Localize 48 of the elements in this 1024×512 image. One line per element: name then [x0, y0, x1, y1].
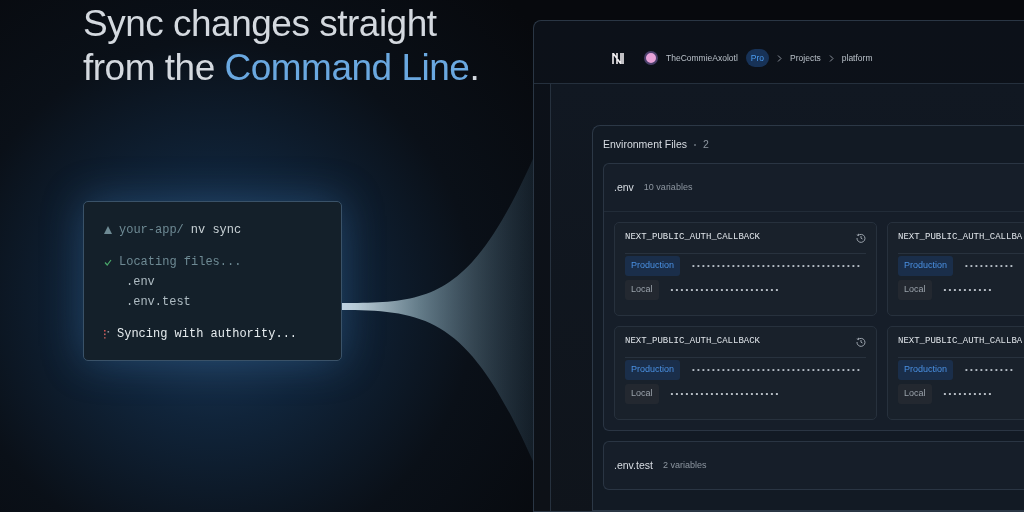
masked-value: •••••••••••••••••••••• — [669, 284, 780, 296]
chevron-icon — [828, 54, 834, 62]
breadcrumb-link[interactable]: platform — [841, 51, 873, 65]
status-text: Syncing with authority... — [117, 326, 298, 343]
username[interactable]: TheCommieAxolotl — [666, 51, 738, 65]
masked-value: •••••••••••••••••••••• — [669, 388, 780, 400]
environment-tag: Production — [625, 256, 681, 276]
environment-tag: Local — [898, 384, 932, 404]
file-name: .env — [125, 274, 155, 291]
check-icon — [104, 258, 112, 266]
command-text: nv sync — [190, 222, 242, 239]
prompt-path: your-app/ — [119, 222, 184, 239]
variable-count: 2 variables — [662, 458, 707, 472]
status-text: Locating files... — [119, 254, 242, 271]
masked-value: •••••••••• — [964, 260, 1015, 272]
file-name: .env.test — [125, 294, 191, 311]
history-icon[interactable] — [856, 337, 866, 347]
panel-title: Environment Files — [603, 136, 688, 152]
variable-name: NEXT_PUBLIC_AUTH_CALLBA — [898, 231, 1023, 245]
avatar[interactable] — [644, 51, 658, 65]
variable-name: NEXT_PUBLIC_AUTH_CALLBA — [898, 335, 1023, 349]
plan-badge: Pro — [745, 48, 770, 68]
history-icon[interactable] — [856, 233, 866, 243]
env-file-section[interactable] — [603, 163, 1024, 431]
masked-value: •••••••••••••••••••••••••••••••••• — [691, 364, 862, 376]
triangle-icon — [104, 226, 112, 234]
file-count: 2 — [703, 136, 709, 152]
env-file-section[interactable]: .env.test 2 variables — [603, 441, 1024, 490]
chevron-icon — [777, 54, 783, 62]
headline: Sync changes straight from the Command Line. — [83, 2, 481, 90]
environment-tag: Local — [625, 384, 659, 404]
masked-value: •••••••••• — [942, 284, 993, 296]
spinner-icon — [104, 329, 110, 339]
file-name: .env — [614, 179, 634, 195]
logo-icon — [612, 52, 624, 64]
environment-tag: Local — [625, 280, 659, 300]
variable-count: 10 variables — [643, 180, 693, 194]
breadcrumb-link[interactable]: Projects — [790, 51, 821, 65]
masked-value: •••••••••••••••••••••••••••••••••• — [691, 260, 862, 272]
masked-value: •••••••••• — [964, 364, 1015, 376]
variable-name: NEXT_PUBLIC_AUTH_CALLBACK — [625, 335, 761, 349]
masked-value: •••••••••• — [942, 388, 993, 400]
environment-tag: Production — [625, 360, 681, 380]
environment-tag: Production — [898, 256, 954, 276]
variable-name: NEXT_PUBLIC_AUTH_CALLBACK — [625, 231, 761, 245]
environment-tag: Production — [898, 360, 954, 380]
file-name: .env.test — [614, 457, 653, 473]
environment-tag: Local — [898, 280, 932, 300]
